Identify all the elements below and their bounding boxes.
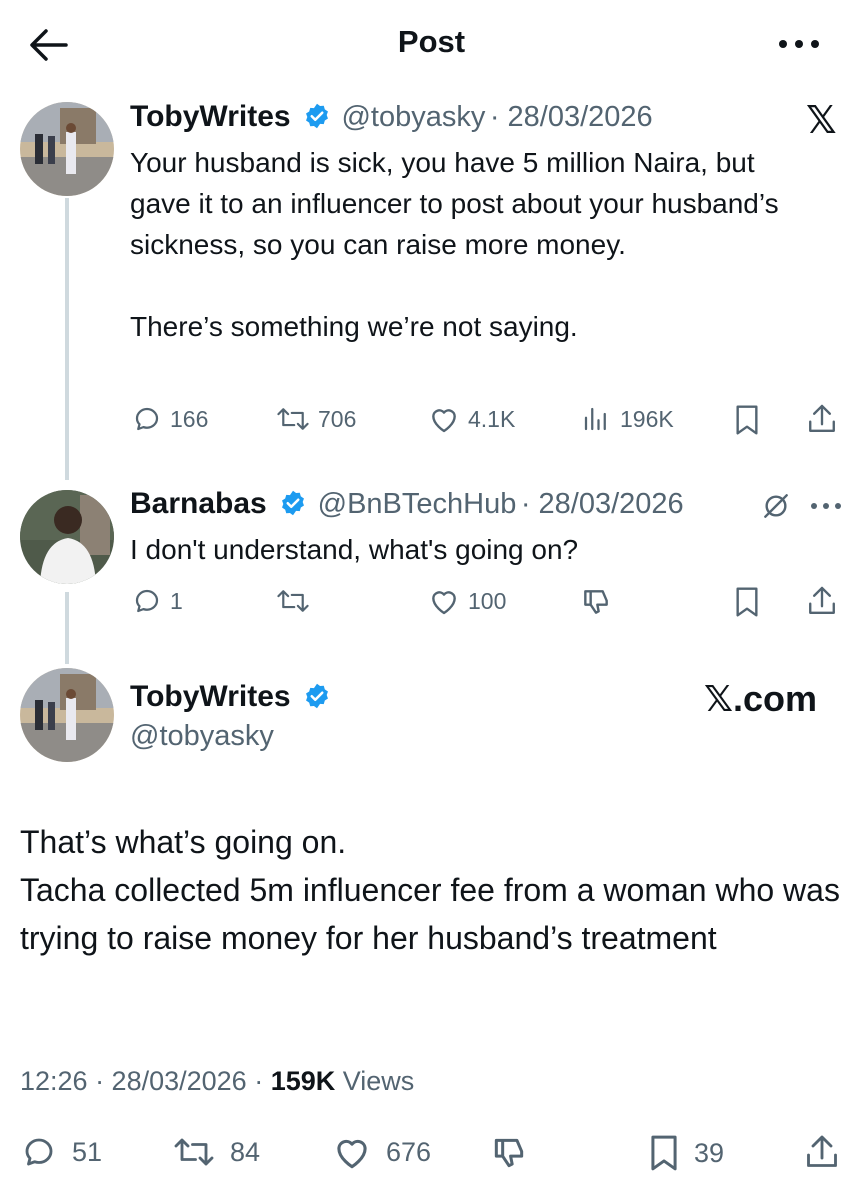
dislike-icon[interactable] <box>490 1134 528 1172</box>
bookmark-icon[interactable] <box>733 404 761 436</box>
like-button[interactable]: 4.1K <box>428 404 515 434</box>
verified-badge-icon <box>303 102 331 130</box>
share-icon[interactable] <box>806 584 838 618</box>
share-icon[interactable] <box>804 1132 840 1172</box>
repost-icon <box>276 586 310 616</box>
reply-button[interactable]: 1 <box>132 586 183 616</box>
post-text: Your husband is sick, you have 5 million… <box>130 147 779 342</box>
heart-icon <box>428 404 460 434</box>
bookmark-count: 39 <box>694 1137 725 1168</box>
post-date[interactable]: · 28/03/2026 <box>490 101 653 133</box>
views-label: Views <box>342 1066 415 1096</box>
x-logo-icon: 𝕏 <box>806 100 837 142</box>
reply-button[interactable]: 51 <box>20 1134 102 1170</box>
thread-connector-line <box>65 198 69 480</box>
heart-icon <box>428 586 460 616</box>
author-name[interactable]: TobyWrites <box>130 100 291 133</box>
share-icon[interactable] <box>806 402 838 436</box>
avatar[interactable] <box>20 102 114 196</box>
post-text: I don't understand, what's going on? <box>130 534 579 565</box>
verified-badge-icon <box>303 682 331 710</box>
author-name[interactable]: TobyWrites <box>130 680 291 713</box>
x-com-logo: 𝕏.com <box>704 678 818 719</box>
reply-icon <box>132 404 162 434</box>
bookmark-button[interactable]: 39 <box>648 1134 724 1172</box>
reply-button[interactable]: 166 <box>132 404 208 434</box>
author-name[interactable]: Barnabas <box>130 487 267 520</box>
like-count: 676 <box>386 1136 432 1167</box>
more-options-icon[interactable] <box>775 32 823 56</box>
view-count: 159K <box>270 1066 336 1096</box>
repost-count: 706 <box>318 405 357 432</box>
post-text-line: That’s what’s going on. <box>20 824 347 860</box>
author-handle[interactable]: @BnBTechHub <box>318 488 517 520</box>
like-count: 4.1K <box>468 405 516 432</box>
bookmark-icon <box>648 1134 680 1172</box>
repost-icon <box>276 404 310 434</box>
repost-count: 84 <box>230 1136 261 1167</box>
verified-badge-icon <box>279 489 307 517</box>
like-count: 100 <box>468 587 507 614</box>
grok-icon[interactable] <box>760 490 792 522</box>
author-handle[interactable]: @tobyasky <box>341 101 485 133</box>
views-button[interactable]: 196K <box>580 404 674 434</box>
reply-count: 166 <box>170 405 209 432</box>
post-text: That’s what’s going on. Tacha collected … <box>20 818 840 962</box>
repost-button[interactable]: 84 <box>172 1134 260 1170</box>
analytics-icon <box>580 404 612 434</box>
like-button[interactable]: 676 <box>332 1134 431 1170</box>
like-button[interactable]: 100 <box>428 586 506 616</box>
page-title: Post <box>397 24 466 59</box>
dislike-icon[interactable] <box>580 586 612 618</box>
bookmark-icon[interactable] <box>733 586 761 618</box>
author-handle[interactable]: @tobyasky <box>130 720 274 753</box>
post-date[interactable]: · 28/03/2026 <box>521 488 684 520</box>
reply-icon <box>20 1134 58 1170</box>
avatar[interactable] <box>20 668 114 762</box>
repost-icon <box>172 1134 216 1170</box>
repost-button[interactable] <box>276 586 318 616</box>
reply-icon <box>132 586 162 616</box>
avatar[interactable] <box>20 490 114 584</box>
repost-button[interactable]: 706 <box>276 404 356 434</box>
more-options-icon[interactable] <box>808 500 844 512</box>
heart-icon <box>332 1134 372 1170</box>
post-timestamp: 12:26 · 28/03/2026 · 159K Views <box>20 1066 414 1097</box>
post-text-line: Tacha collected 5m influencer fee from a… <box>20 872 840 956</box>
reply-count: 51 <box>72 1136 103 1167</box>
reply-count: 1 <box>170 587 183 614</box>
thread-connector-line <box>65 592 69 664</box>
view-count: 196K <box>620 405 674 432</box>
post-time: 12:26 · 28/03/2026 · <box>20 1066 264 1096</box>
